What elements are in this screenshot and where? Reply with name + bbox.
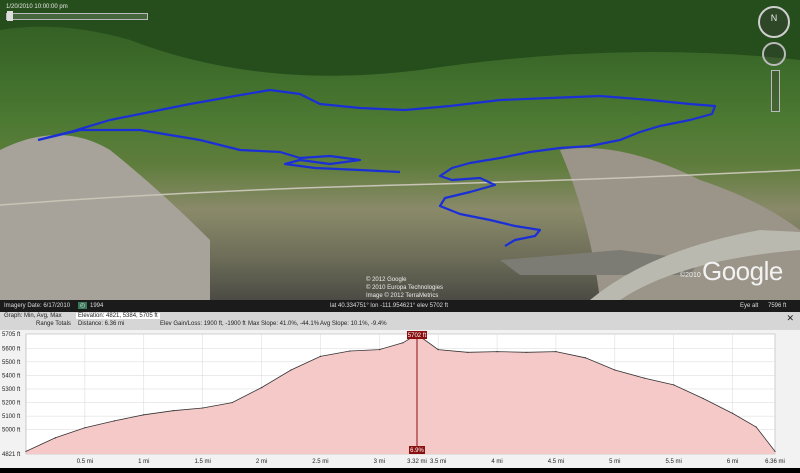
imagery-year: 1994 [90,303,104,309]
pointer-coordinates: lat 40.334751° lon -111.954621° elev 570… [330,303,449,309]
upper-ridge [0,0,800,76]
x-tick-label: 1.5 mi [194,459,210,465]
elevation-point [290,369,292,371]
elevation-point [319,355,322,357]
look-joystick[interactable] [762,42,786,66]
range-totals-label: Range Totals [36,321,71,327]
elevation-point [702,397,704,400]
status-bar: Imagery Date: 6/17/2010 ◴ 1994 lat 40.33… [0,300,800,312]
close-icon[interactable]: ✕ [786,313,794,324]
cursor-elev-label: 5702 ft [408,333,427,339]
elevation-point [774,450,776,453]
timeline-thumb[interactable] [7,11,13,21]
historical-imagery-icon[interactable]: ◴ [78,302,88,309]
distance-total: Distance: 6.36 mi [78,321,125,327]
zoom-slider[interactable] [771,70,780,112]
elevation-point [467,351,469,353]
copyright-line-3: Image © 2012 TerraMetrics [366,293,439,299]
eye-alt-label: Eye alt [740,303,759,309]
y-tick-label: 5500 ft [2,360,21,366]
elevation-point [231,401,233,404]
x-tick-label: 0.5 mi [77,459,93,465]
logo-copyright: ©2010 [680,272,701,279]
y-tick-label: 5300 ft [2,387,21,393]
timeline-date: 1/20/2010 10:00:00 pm [6,4,68,10]
elevation-point [54,437,57,439]
elevation-profile-svg[interactable]: 0.5 mi 1 mi 1.5 mi 2 mi 2.5 mi 3 mi 3.32 mi 3.5… [0,330,800,468]
left-cliff [0,135,210,300]
elevation-point [437,349,439,351]
x-tick-label: 6 mi [727,459,738,465]
elevation-stats[interactable]: Elevation: 4821, 5384, 5705 ft [76,313,160,319]
y-tick-label: 5200 ft [2,401,21,407]
x-tick-label: 3.32 mi [407,459,427,465]
navigation-compass[interactable]: N [758,6,790,38]
y-tick-label: 5400 ft [2,373,21,379]
x-tick-label: 6.36 mi [765,459,785,465]
x-tick-label: 5 mi [609,459,620,465]
terrain-layer [0,0,800,300]
map-view[interactable]: 1/20/2010 10:00:00 pm N © 2012 Google © … [0,0,800,300]
eye-alt-value: 7596 ft [768,303,787,309]
x-tick-label: 4.5 mi [548,459,564,465]
elevation-profile-header: Graph: Min, Avg, Max Elevation: 4821, 53… [0,312,800,330]
graph-label: Graph: Min, Avg, Max [4,313,62,319]
google-logo: Google [702,256,783,286]
imagery-date: Imagery Date: 6/17/2010 [4,303,71,309]
elevation-point [496,351,498,353]
elevation-profile-chart[interactable]: 0.5 mi 1 mi 1.5 mi 2 mi 2.5 mi 3 mi 3.32 mi 3.5… [0,330,800,468]
elevation-point [525,351,528,353]
y-tick-label: 5600 ft [2,346,21,352]
elevation-point [584,357,586,359]
y-tick-label: 5705 ft [2,332,21,338]
elevation-point [25,450,27,453]
x-tick-label: 3.5 mi [430,459,446,465]
elevation-point [202,407,204,409]
y-tick-label: 4821 ft [2,452,21,458]
x-tick-label: 3 mi [374,459,385,465]
avg-slope: Avg Slope: 10.1%, -9.4% [320,321,387,327]
elevation-point [673,384,675,386]
x-tick-label: 1 mi [138,459,149,465]
y-tick-label: 5000 ft [2,428,21,434]
copyright-line-2: © 2010 Europa Technologies [366,285,444,291]
elevation-point [349,350,351,352]
elevation-point [643,377,645,379]
x-tick-label: 2.5 mi [312,459,328,465]
max-slope: Max Slope: 41.0%, -44.1% [248,321,320,327]
y-tick-label: 5100 ft [2,414,21,420]
elevation-point [555,351,557,353]
timeline-slider[interactable] [6,11,148,21]
elevation-point [84,427,86,429]
elevation-point [260,387,263,389]
x-tick-label: 4 mi [491,459,502,465]
elevation-point [755,426,757,428]
elev-gain-loss: Elev Gain/Loss: 1900 ft, -1900 ft [160,321,246,327]
elevation-point [143,414,145,416]
elevation-point [614,369,616,371]
elevation-point [732,412,734,415]
elevation-point [113,420,115,422]
elevation-point [378,349,380,351]
compass-north-label: N [770,13,778,23]
x-tick-label: 5.5 mi [666,459,682,465]
x-tick-label: 2 mi [256,459,267,465]
elevation-point [172,410,174,412]
copyright-line-1: © 2012 Google [366,277,407,283]
cursor-slope-label: 6.9% [410,448,424,454]
elevation-point [402,342,404,344]
